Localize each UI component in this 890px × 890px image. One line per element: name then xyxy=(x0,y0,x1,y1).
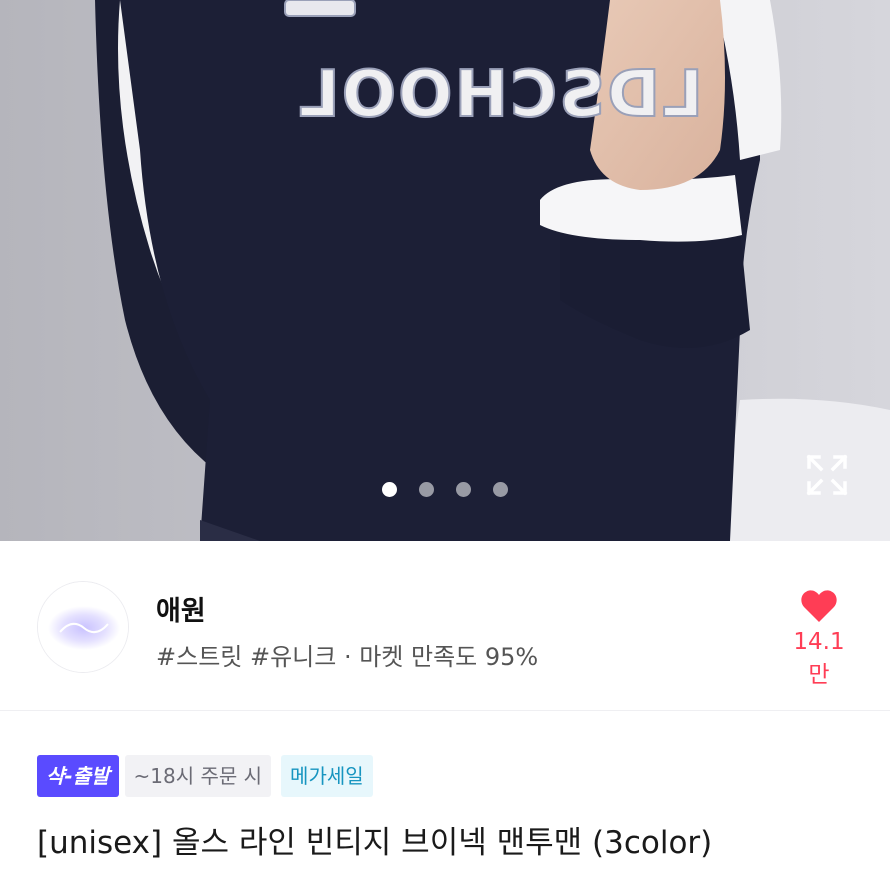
carousel-dot-2[interactable] xyxy=(419,482,434,497)
fast-delivery-badge: 샥-출발 xyxy=(37,755,119,797)
carousel-dots xyxy=(0,482,890,497)
shop-name[interactable]: 애원 xyxy=(156,589,206,628)
shop-meta: #스트릿 #유니크 · 마켓 만족도 95% xyxy=(156,643,539,671)
product-photo: LDSCHOOL xyxy=(0,0,890,541)
shirt-print: LDSCHOOL xyxy=(297,58,703,132)
product-title: [unisex] 올스 라인 빈티지 브이넥 맨투맨 (3color) xyxy=(37,825,713,861)
heart-icon xyxy=(801,590,837,622)
carousel-dot-1[interactable] xyxy=(382,482,397,497)
like-button[interactable]: 14.1만 xyxy=(784,589,854,689)
product-image[interactable]: LDSCHOOL xyxy=(0,0,890,541)
section-divider xyxy=(0,710,890,711)
expand-icon[interactable] xyxy=(805,453,849,497)
shop-logo[interactable] xyxy=(37,581,129,673)
carousel-dot-4[interactable] xyxy=(493,482,508,497)
shop-info[interactable]: 애원 #스트릿 #유니크 · 마켓 만족도 95% 14.1만 xyxy=(0,541,890,711)
badge-row: 샥-출발 ~18시 주문 시 메가세일 xyxy=(37,755,373,797)
carousel-dot-3[interactable] xyxy=(456,482,471,497)
like-count: 14.1만 xyxy=(793,629,845,688)
sale-badge: 메가세일 xyxy=(281,755,373,797)
order-cutoff-badge: ~18시 주문 시 xyxy=(124,755,272,797)
